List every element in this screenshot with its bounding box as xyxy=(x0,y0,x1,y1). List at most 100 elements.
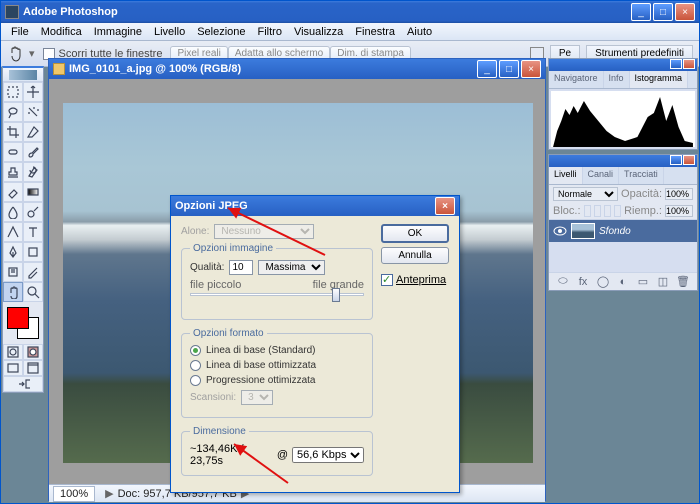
lock-label: Bloc.: xyxy=(553,205,581,217)
blend-mode-select[interactable]: Normale xyxy=(553,187,618,201)
layers-empty-area xyxy=(549,242,697,272)
tab-channels[interactable]: Canali xyxy=(583,167,620,184)
speed-select[interactable]: 56,6 Kbps xyxy=(292,447,364,463)
ok-button[interactable]: OK xyxy=(381,224,449,243)
fill-label: Riemp.: xyxy=(624,205,662,217)
menu-layer[interactable]: Livello xyxy=(148,24,191,40)
delete-layer-icon[interactable]: 🗑 xyxy=(676,275,690,289)
menu-edit[interactable]: Modifica xyxy=(35,24,88,40)
slider-thumb[interactable] xyxy=(332,288,340,302)
screen-mode-standard[interactable] xyxy=(3,360,23,376)
hand-tool[interactable] xyxy=(3,282,23,302)
jump-to-imageready[interactable] xyxy=(3,376,43,392)
menu-select[interactable]: Selezione xyxy=(191,24,251,40)
heal-tool[interactable] xyxy=(3,142,23,162)
layer-mask-icon[interactable]: ◯ xyxy=(596,275,610,289)
doc-close-button[interactable]: × xyxy=(521,60,541,78)
brush-tool[interactable] xyxy=(23,142,43,162)
stamp-tool[interactable] xyxy=(3,162,23,182)
quick-mask-off[interactable] xyxy=(3,344,23,360)
doc-maximize-button[interactable]: □ xyxy=(499,60,519,78)
opacity-field[interactable] xyxy=(665,188,693,200)
status-menu-icon[interactable]: ▶ xyxy=(105,487,113,500)
link-layers-icon[interactable]: ⬭ xyxy=(556,275,570,289)
radio-baseline-standard[interactable] xyxy=(190,345,201,356)
quality-preset-select[interactable]: Massima xyxy=(258,260,325,275)
menu-help[interactable]: Aiuto xyxy=(401,24,438,40)
quality-field[interactable] xyxy=(229,260,253,275)
tab-navigator[interactable]: Navigatore xyxy=(549,71,604,88)
layer-row-background[interactable]: Sfondo xyxy=(549,220,697,242)
fill-field[interactable] xyxy=(665,205,693,217)
wand-tool[interactable] xyxy=(23,102,43,122)
color-swatches xyxy=(5,305,41,341)
radio-progressive[interactable] xyxy=(190,375,201,386)
matte-select: Nessuno xyxy=(214,224,314,239)
layers-close-icon[interactable] xyxy=(683,155,695,165)
radio-label-progressive: Progressione ottimizzata xyxy=(206,375,316,386)
tab-histogram[interactable]: Istogramma xyxy=(630,71,689,88)
histo-minimize-icon[interactable] xyxy=(670,59,682,69)
default-colors-icon[interactable] xyxy=(5,331,15,341)
blur-tool[interactable] xyxy=(3,202,23,222)
new-layer-icon[interactable]: ◫ xyxy=(656,275,670,289)
toolbox-header[interactable] xyxy=(3,68,43,82)
type-tool[interactable] xyxy=(23,222,43,242)
tab-layers[interactable]: Livelli xyxy=(549,167,583,184)
shape-tool[interactable] xyxy=(23,242,43,262)
minimize-button[interactable]: _ xyxy=(631,3,651,21)
lock-transparency-icon[interactable] xyxy=(584,205,591,217)
visibility-icon[interactable] xyxy=(553,224,567,238)
menu-view[interactable]: Visualizza xyxy=(288,24,349,40)
marquee-tool[interactable] xyxy=(3,82,23,102)
dodge-tool[interactable] xyxy=(23,202,43,222)
adjustment-layer-icon[interactable]: ◐ xyxy=(616,275,630,289)
eyedropper-tool[interactable] xyxy=(23,262,43,282)
history-brush-tool[interactable] xyxy=(23,162,43,182)
close-button[interactable]: × xyxy=(675,3,695,21)
layers-panel-titlebar[interactable] xyxy=(549,155,697,167)
lock-position-icon[interactable] xyxy=(604,205,611,217)
menu-window[interactable]: Finestra xyxy=(349,24,401,40)
move-tool[interactable] xyxy=(23,82,43,102)
histo-close-icon[interactable] xyxy=(683,59,695,69)
radio-baseline-optimized[interactable] xyxy=(190,360,201,371)
app-title: Adobe Photoshop xyxy=(23,6,631,18)
maximize-button[interactable]: □ xyxy=(653,3,673,21)
eraser-tool[interactable] xyxy=(3,182,23,202)
jpeg-close-button[interactable]: × xyxy=(435,197,455,215)
menu-file[interactable]: File xyxy=(5,24,35,40)
zoom-tool[interactable] xyxy=(23,282,43,302)
tab-paths[interactable]: Tracciati xyxy=(619,167,664,184)
crop-tool[interactable] xyxy=(3,122,23,142)
gradient-tool[interactable] xyxy=(23,182,43,202)
screen-mode-full-menu[interactable] xyxy=(23,360,43,376)
preview-checkbox[interactable] xyxy=(381,274,393,286)
doc-minimize-button[interactable]: _ xyxy=(477,60,497,78)
menu-filter[interactable]: Filtro xyxy=(252,24,288,40)
slice-tool[interactable] xyxy=(23,122,43,142)
tab-info[interactable]: Info xyxy=(604,71,630,88)
slider-track[interactable] xyxy=(190,293,364,296)
lasso-tool[interactable] xyxy=(3,102,23,122)
layer-style-icon[interactable]: fx xyxy=(576,275,590,289)
histo-panel-titlebar[interactable] xyxy=(549,59,697,71)
layer-name: Sfondo xyxy=(599,226,631,237)
path-tool[interactable] xyxy=(3,222,23,242)
foreground-color[interactable] xyxy=(7,307,29,329)
small-file-label: file piccolo xyxy=(190,279,241,291)
histogram-panel: Navigatore Info Istogramma xyxy=(548,58,698,150)
menu-image[interactable]: Immagine xyxy=(88,24,148,40)
layers-footer: ⬭ fx ◯ ◐ ▭ ◫ 🗑 xyxy=(549,272,697,290)
notes-tool[interactable] xyxy=(3,262,23,282)
jpeg-titlebar[interactable]: Opzioni JPEG × xyxy=(171,196,459,216)
lock-all-icon[interactable] xyxy=(614,205,621,217)
zoom-field[interactable]: 100% xyxy=(53,486,95,502)
swap-colors-icon[interactable] xyxy=(31,305,41,315)
new-group-icon[interactable]: ▭ xyxy=(636,275,650,289)
pen-tool[interactable] xyxy=(3,242,23,262)
cancel-button[interactable]: Annulla xyxy=(381,247,449,264)
layers-minimize-icon[interactable] xyxy=(670,155,682,165)
quick-mask-on[interactable] xyxy=(23,344,43,360)
lock-pixels-icon[interactable] xyxy=(594,205,601,217)
